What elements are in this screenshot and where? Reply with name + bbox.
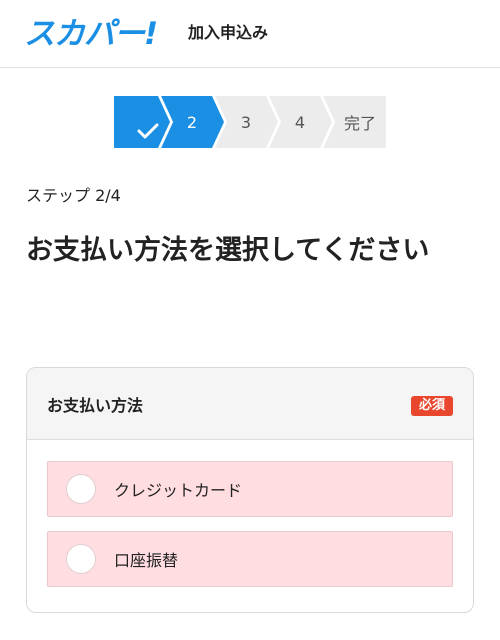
step-2-label: 2 <box>186 112 198 132</box>
payment-method-card: お支払い方法 必須 クレジットカード 口座振替 <box>26 367 474 613</box>
site-header: スカパー! 加入申込み <box>0 0 500 68</box>
credit-card-label[interactable]: クレジットカード <box>114 477 242 501</box>
step-4-label: 4 <box>294 112 306 132</box>
skyperfect-logo[interactable]: スカパー! <box>24 14 158 54</box>
credit-card-radio[interactable] <box>66 474 96 504</box>
payment-method-title: お支払い方法 <box>47 396 144 415</box>
page-title: お支払い方法を選択してください <box>26 235 430 266</box>
step-complete: 完了 <box>322 96 386 148</box>
bank-transfer-radio[interactable] <box>66 544 96 574</box>
step-complete-label: 完了 <box>343 114 376 133</box>
bank-transfer-label[interactable]: 口座振替 <box>114 547 178 571</box>
bank-transfer-option[interactable]: 口座振替 <box>47 531 453 587</box>
step-3-label: 3 <box>240 112 252 132</box>
payment-method-card-header: お支払い方法 必須 <box>27 368 473 440</box>
step-count: ステップ 2/4 <box>26 186 121 205</box>
header-title: 加入申込み <box>188 23 269 42</box>
progress-stepper: 2 3 4 完了 <box>114 96 386 148</box>
required-badge: 必須 <box>410 396 453 416</box>
credit-card-option[interactable]: クレジットカード <box>47 461 453 517</box>
